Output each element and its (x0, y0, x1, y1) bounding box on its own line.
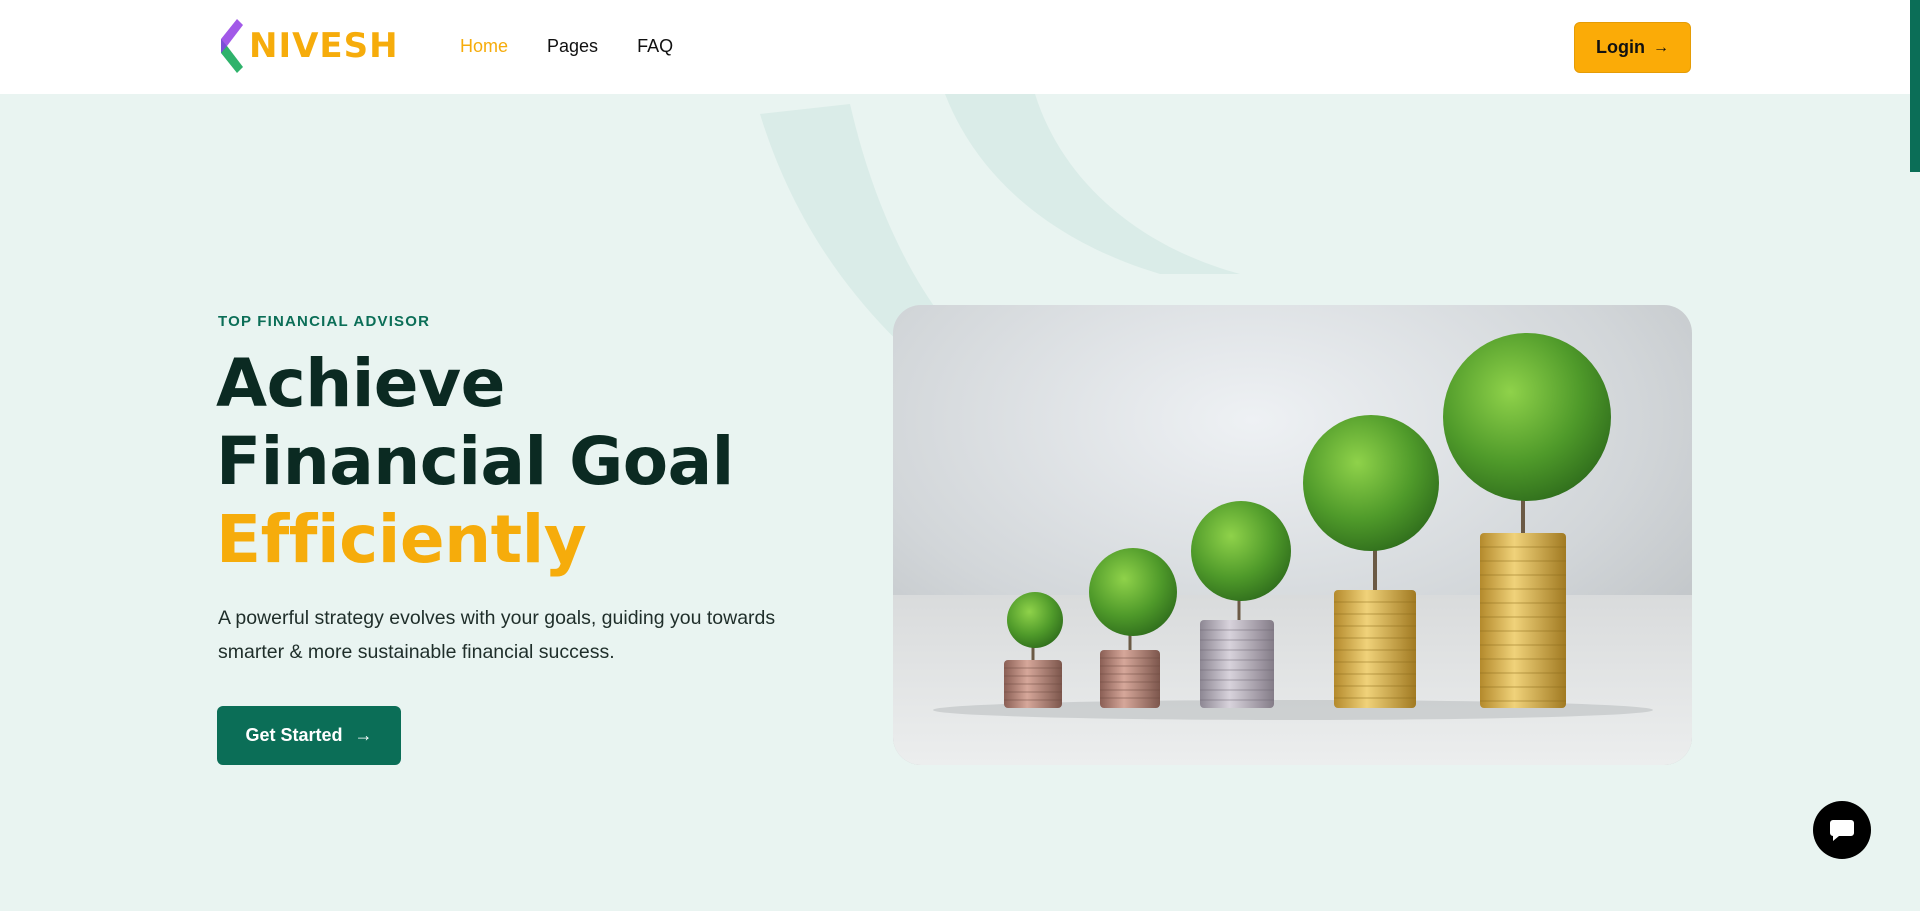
logo-mark-icon (221, 19, 243, 73)
hero-subtitle: A powerful strategy evolves with your go… (218, 607, 776, 663)
chat-bubble-icon (1830, 820, 1854, 841)
nav-home[interactable]: Home (460, 34, 508, 58)
headline-line-2: Financial Goal (216, 423, 734, 500)
arrow-right-icon: → (354, 725, 373, 745)
logo-text: NIVESH (249, 26, 399, 66)
hero-image (893, 305, 1692, 765)
logo[interactable]: NIVESH (217, 17, 399, 75)
get-started-label: Get Started (245, 725, 343, 745)
get-started-button[interactable]: Get Started → (217, 706, 401, 765)
arrow-right-icon: → (1652, 38, 1669, 56)
site-header: NIVESH Home Pages FAQ Login → (0, 0, 1920, 94)
nav-faq[interactable]: FAQ (637, 34, 673, 58)
headline-line-1: Achieve (216, 345, 505, 422)
headline-accent: Efficiently (216, 501, 587, 578)
nav-pages[interactable]: Pages (547, 34, 598, 58)
hero-eyebrow: TOP FINANCIAL ADVISOR (218, 313, 431, 330)
coins-trees-illustration (893, 305, 1692, 765)
hero-headline: Achieve Financial Goal Efficiently (216, 345, 734, 579)
login-button-label: Login (1596, 37, 1645, 57)
chat-button[interactable] (1813, 801, 1871, 859)
login-button[interactable]: Login → (1574, 22, 1691, 73)
scroll-progress-indicator (1910, 0, 1920, 172)
main-nav: Home Pages FAQ (460, 34, 673, 58)
